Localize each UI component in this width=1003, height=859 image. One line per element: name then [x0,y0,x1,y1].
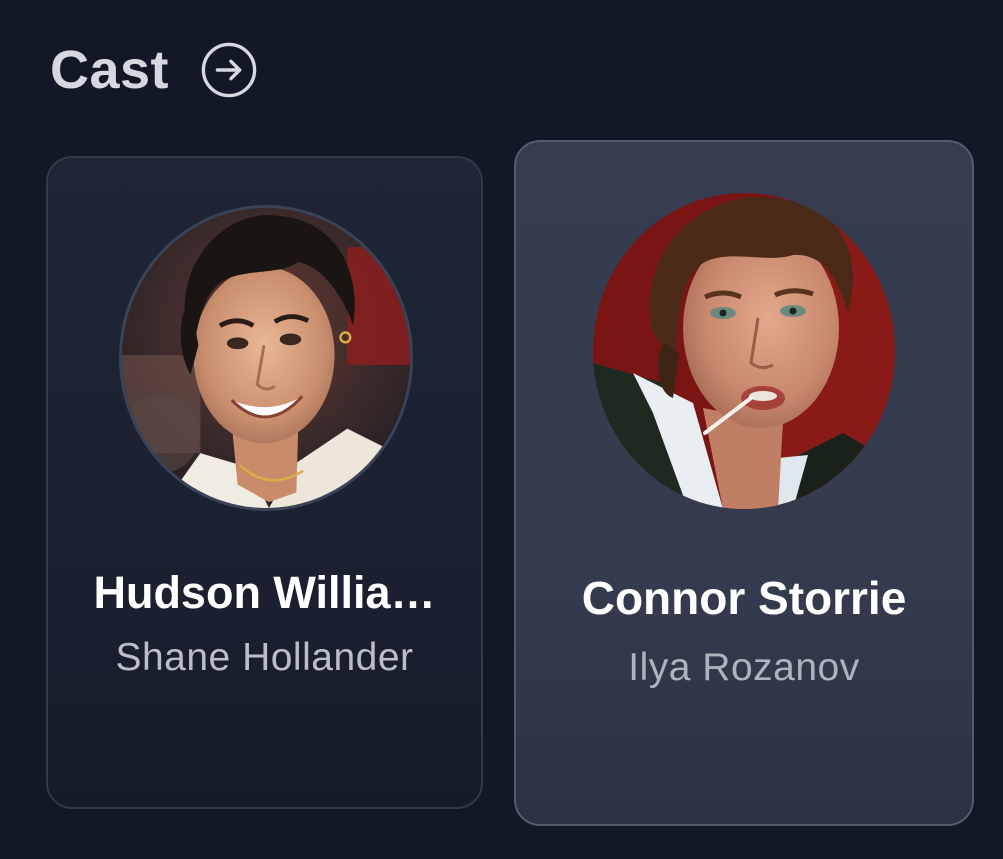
cast-header: Cast [50,38,257,102]
actor-avatar [593,193,895,509]
actor-avatar [119,205,413,511]
arrow-right-circle-icon [201,42,257,98]
actor-photo [593,193,895,509]
character-name: Shane Hollander [115,636,414,679]
actor-photo [122,208,410,508]
section-title: Cast [50,40,170,100]
character-name: Ilya Rozanov [628,646,860,689]
cast-card[interactable]: Connor Storrie Ilya Rozanov [514,140,974,826]
cast-card[interactable]: Hudson Willia… Shane Hollander [46,156,483,809]
actor-name: Connor Storrie [581,573,907,624]
see-all-cast-button[interactable] [201,42,257,98]
actor-name: Hudson Willia… [93,568,436,618]
